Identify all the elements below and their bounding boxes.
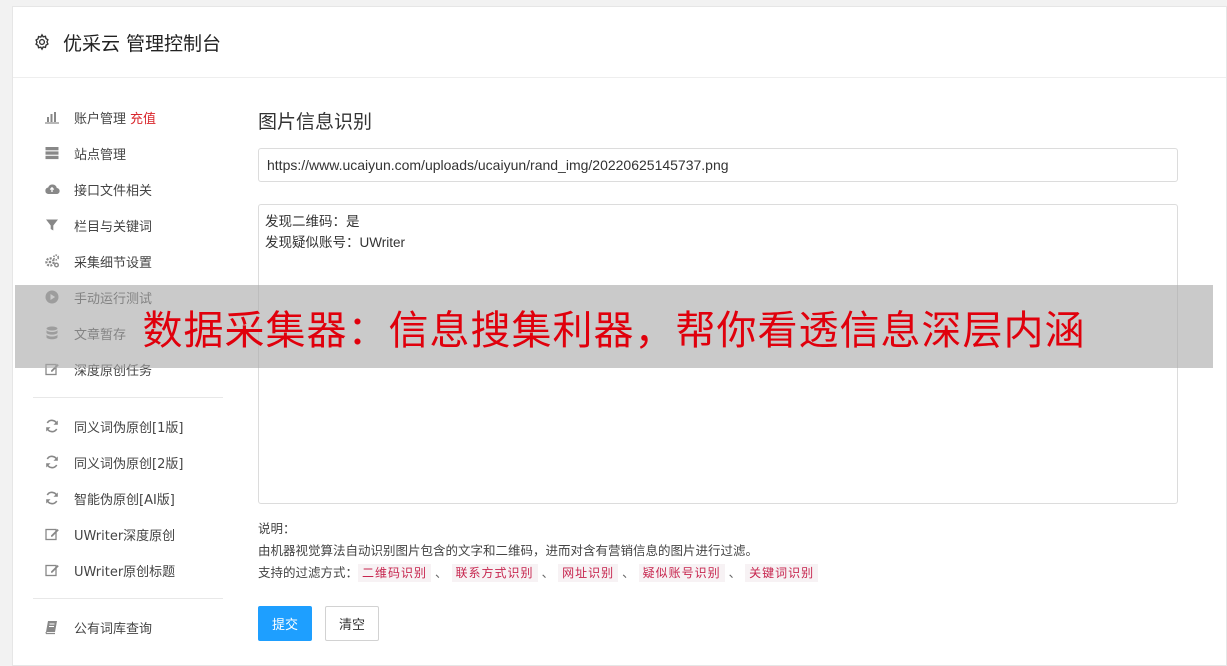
- notes: 说明： 由机器视觉算法自动识别图片包含的文字和二维码，进而对含有营销信息的图片进…: [258, 518, 1178, 584]
- sidebar-item-label: 智能伪原创[AI版]: [74, 492, 175, 508]
- bar-chart-icon: [43, 109, 61, 125]
- edit-icon: [43, 562, 61, 578]
- filter-tag: 联系方式识别: [451, 564, 538, 582]
- cloud-upload-icon: [43, 181, 61, 197]
- sidebar-item-label: 接口文件相关: [74, 183, 153, 199]
- sidebar-item[interactable]: 账户管理 充值: [33, 99, 223, 135]
- filters-label: 支持的过滤方式：: [258, 565, 359, 580]
- sidebar-item[interactable]: 接口文件相关: [33, 171, 223, 207]
- sidebar-item[interactable]: 站点管理: [33, 135, 223, 171]
- sidebar-item-label: 站点管理: [74, 147, 127, 163]
- edit-icon: [43, 526, 61, 542]
- filter-tag: 网址识别: [558, 564, 619, 582]
- recharge-link[interactable]: 充值: [130, 108, 156, 127]
- sidebar-item[interactable]: 栏目与关键词: [33, 207, 223, 243]
- sidebar-item-label: 采集细节设置: [74, 255, 153, 271]
- filter-separator: 、: [728, 565, 742, 580]
- sidebar-item[interactable]: UWriter深度原创: [33, 516, 223, 552]
- header: 优采云 管理控制台: [13, 7, 1226, 78]
- filter-separator: 、: [541, 565, 555, 580]
- button-row: 提交 清空: [258, 606, 1178, 641]
- result-line: 发现疑似账号：UWriter: [265, 235, 405, 250]
- overlay-banner: 数据采集器：信息搜集利器，帮你看透信息深层内涵: [15, 285, 1213, 368]
- sidebar-item[interactable]: 采集细节设置: [33, 243, 223, 279]
- filter-list: 支持的过滤方式： 二维码识别、联系方式识别、网址识别、疑似账号识别、关键词识别: [258, 562, 1178, 584]
- clear-button[interactable]: 清空: [325, 606, 379, 641]
- sidebar-item[interactable]: 同义词伪原创[1版]: [33, 408, 223, 444]
- main-content: 图片信息识别 发现二维码：是 发现疑似账号：UWriter 说明： 由机器视觉算…: [258, 107, 1178, 641]
- book-icon: [43, 619, 61, 635]
- sidebar-item-label: UWriter深度原创: [74, 528, 176, 544]
- banner-text: 数据采集器：信息搜集利器，帮你看透信息深层内涵: [142, 307, 1086, 354]
- refresh-icon: [43, 418, 61, 434]
- cogs-icon: [43, 253, 61, 269]
- sidebar-item-label: 栏目与关键词: [74, 219, 153, 235]
- sidebar-item-label: 同义词伪原创[1版]: [74, 420, 184, 436]
- sidebar-item[interactable]: 智能伪原创[AI版]: [33, 480, 223, 516]
- sidebar-item-label: 账户管理: [74, 111, 127, 127]
- refresh-icon: [43, 490, 61, 506]
- page-title: 图片信息识别: [258, 111, 373, 133]
- sidebar: 账户管理充值站点管理接口文件相关栏目与关键词采集细节设置手动运行测试文章暂存深度…: [33, 99, 223, 645]
- submit-button[interactable]: 提交: [258, 606, 312, 641]
- filter-tag: 二维码识别: [358, 564, 432, 582]
- filter-tag: 疑似账号识别: [638, 564, 725, 582]
- gear-icon[interactable]: [33, 33, 51, 51]
- image-url-input[interactable]: [258, 148, 1178, 182]
- refresh-icon: [43, 454, 61, 470]
- sidebar-divider: [33, 397, 223, 398]
- result-line: 发现二维码：是: [265, 214, 360, 229]
- server-icon: [43, 145, 61, 161]
- page-header-title: 优采云 管理控制台: [63, 32, 222, 55]
- filter-tag: 关键词识别: [745, 564, 819, 582]
- filter-icon: [43, 217, 61, 233]
- sidebar-item[interactable]: 同义词伪原创[2版]: [33, 444, 223, 480]
- filter-separator: 、: [435, 565, 448, 580]
- notes-label: 说明：: [258, 521, 296, 536]
- sidebar-divider: [33, 598, 223, 599]
- sidebar-item[interactable]: UWriter原创标题: [33, 552, 223, 588]
- sidebar-item-label: 公有词库查询: [74, 621, 153, 637]
- notes-description: 由机器视觉算法自动识别图片包含的文字和二维码，进而对含有营销信息的图片进行过滤。: [258, 543, 759, 558]
- sidebar-item[interactable]: 公有词库查询: [33, 609, 223, 645]
- filter-separator: 、: [622, 565, 635, 580]
- sidebar-item-label: 同义词伪原创[2版]: [74, 456, 184, 472]
- sidebar-item-label: UWriter原创标题: [74, 564, 176, 580]
